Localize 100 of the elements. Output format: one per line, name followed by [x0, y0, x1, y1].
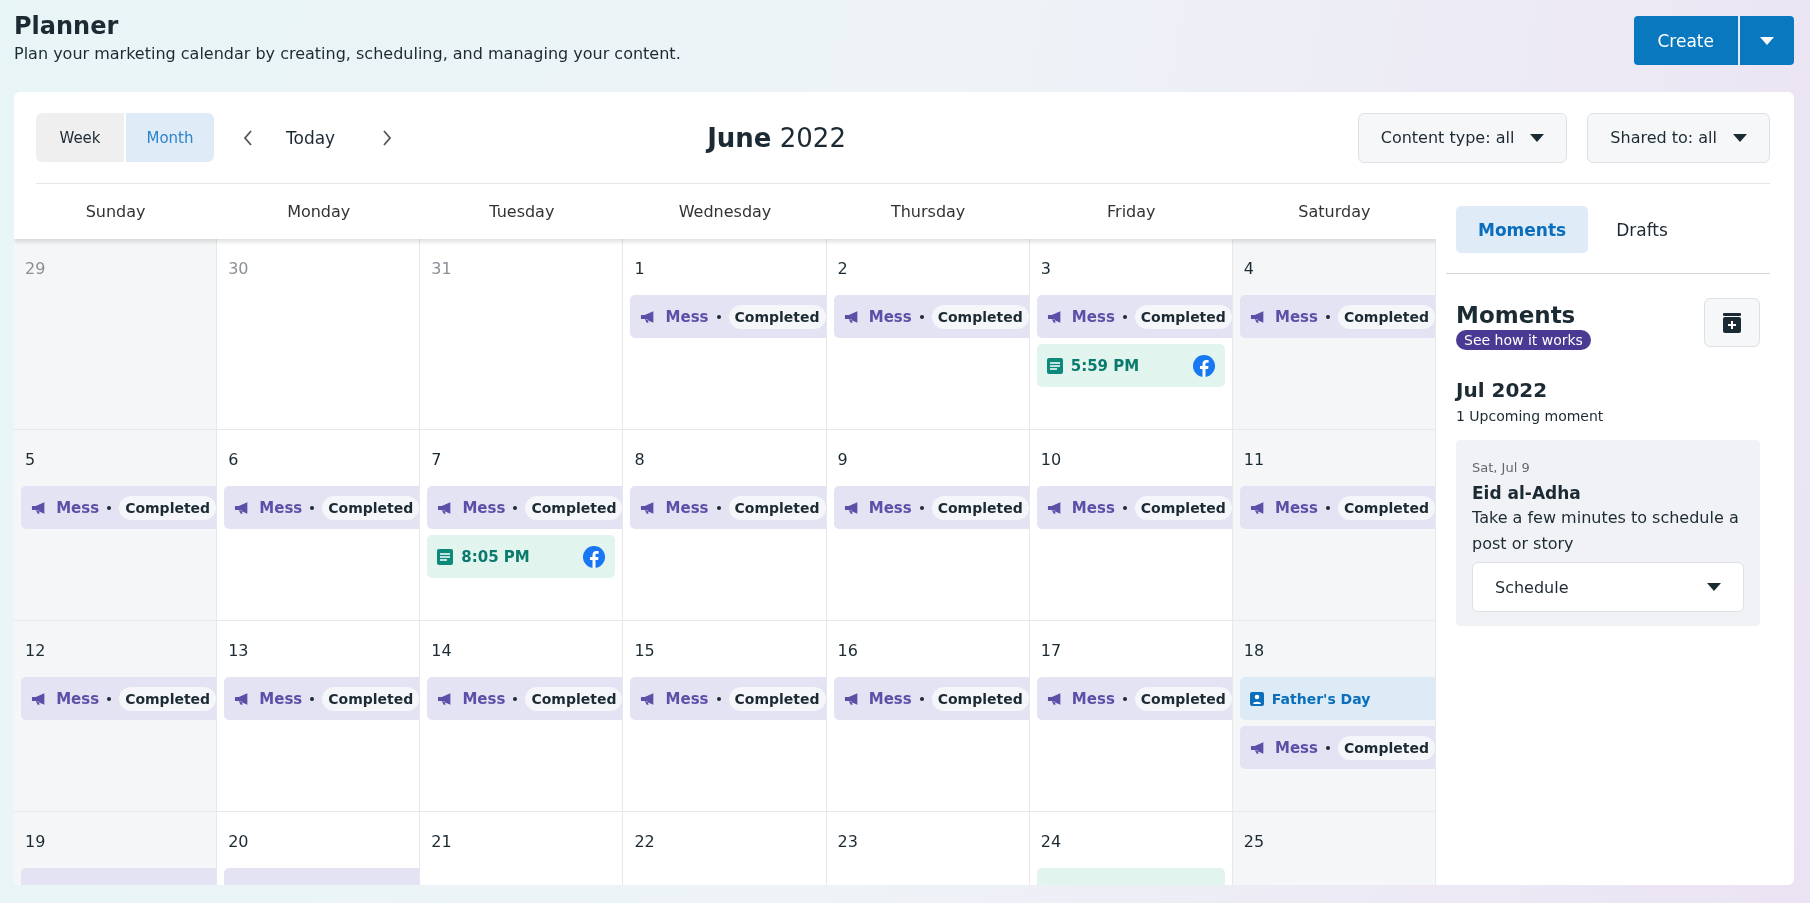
- weekday-header: Tuesday: [488, 201, 556, 223]
- add-moment-button[interactable]: [1704, 298, 1760, 347]
- moment-count: 1 Upcoming moment: [1456, 408, 1605, 424]
- day-number: 6: [227, 450, 240, 471]
- facebook-icon: [1192, 354, 1215, 377]
- day-number: 23: [836, 832, 859, 853]
- day-number: 1: [633, 259, 646, 280]
- message-entry[interactable]: Mess Completed: [630, 677, 826, 720]
- separator-dot-icon: [716, 696, 721, 701]
- filter-dropdown[interactable]: Content type: all: [1357, 112, 1568, 163]
- day-number: 11: [1242, 450, 1266, 471]
- document-icon: [1046, 357, 1063, 374]
- message-entry[interactable]: Mess Completed: [21, 677, 217, 720]
- weekday-header: Sunday: [84, 201, 147, 223]
- moment-title: Eid al-Adha: [1472, 483, 1582, 503]
- day-number: 9: [836, 450, 849, 471]
- separator-dot-icon: [1122, 314, 1127, 319]
- separator-dot-icon: [513, 696, 518, 701]
- post-entry[interactable]: 8:05 PM: [427, 535, 616, 578]
- message-entry[interactable]: Mess Completed: [833, 486, 1029, 529]
- day-number: 7: [430, 450, 443, 471]
- day-number: 17: [1039, 641, 1063, 662]
- caret-icon: [1530, 133, 1545, 142]
- day-number: 14: [430, 641, 453, 662]
- separator-dot-icon: [1325, 505, 1330, 510]
- moments-heading: Moments: [1456, 302, 1577, 328]
- day-number: 2: [836, 259, 849, 280]
- post-entry[interactable]: 5:59 PM: [1036, 344, 1225, 387]
- separator-dot-icon: [1325, 314, 1330, 319]
- message-entry[interactable]: Mess Completed: [427, 486, 623, 529]
- day-number: 8: [633, 450, 646, 471]
- day-number: 3: [1039, 259, 1052, 280]
- day-number: 22: [633, 832, 656, 853]
- day-number: 30: [227, 259, 250, 280]
- caret-icon: [1760, 36, 1774, 45]
- moment-date: Sat, Jul 9: [1472, 460, 1531, 475]
- message-entry[interactable]: Mess Completed: [224, 486, 420, 529]
- message-entry[interactable]: Mess Completed: [833, 677, 1029, 720]
- separator-dot-icon: [1122, 505, 1127, 510]
- separator-dot-icon: [513, 505, 518, 510]
- sidebar-tab[interactable]: Moments: [1456, 206, 1589, 253]
- separator-dot-icon: [107, 696, 112, 701]
- caret-icon: [1707, 583, 1721, 592]
- document-icon: [437, 548, 454, 565]
- separator-dot-icon: [716, 505, 721, 510]
- separator-dot-icon: [310, 696, 315, 701]
- message-entry[interactable]: Mess Completed: [1239, 486, 1435, 529]
- chevron-right-icon: [382, 129, 393, 146]
- create-menu-button[interactable]: [1740, 16, 1794, 65]
- view-tab[interactable]: Week: [36, 113, 124, 162]
- separator-dot-icon: [919, 314, 924, 319]
- sidebar-tab[interactable]: Drafts: [1594, 206, 1690, 253]
- moment-entry[interactable]: Father's Day: [1239, 677, 1435, 720]
- person-icon: [1249, 691, 1264, 706]
- weekday-header: Thursday: [889, 201, 967, 223]
- day-number: 21: [430, 832, 453, 853]
- message-entry[interactable]: Mess Completed: [1036, 295, 1232, 338]
- separator-dot-icon: [310, 505, 315, 510]
- day-number: 4: [1242, 259, 1256, 280]
- schedule-dropdown[interactable]: Schedule: [1472, 562, 1744, 613]
- weekday-header: Friday: [1106, 201, 1157, 223]
- day-number: 5: [24, 450, 37, 471]
- weekday-header: Wednesday: [677, 201, 773, 223]
- message-entry[interactable]: Mess Completed: [21, 486, 217, 529]
- separator-dot-icon: [1325, 745, 1330, 750]
- separator-dot-icon: [716, 314, 721, 319]
- separator-dot-icon: [919, 696, 924, 701]
- weekday-header: Saturday: [1297, 201, 1372, 223]
- filter-dropdown[interactable]: Shared to: all: [1587, 112, 1770, 163]
- moment-description: Take a few minutes to schedule a post or story: [1472, 507, 1740, 555]
- message-entry[interactable]: Mess Completed: [630, 295, 826, 338]
- day-number: 15: [633, 641, 656, 662]
- message-entry[interactable]: Mess Completed: [427, 677, 623, 720]
- day-number: 25: [1242, 832, 1266, 853]
- page-subtitle: Plan your marketing calendar by creating, scheduling, and managing your content.: [14, 44, 681, 63]
- create-button[interactable]: Create: [1633, 16, 1738, 65]
- message-entry[interactable]: Mess Completed: [1036, 486, 1232, 529]
- period-title: June 2022: [707, 122, 846, 153]
- day-number: 19: [24, 832, 47, 853]
- separator-dot-icon: [1122, 696, 1127, 701]
- chevron-left-icon: [243, 129, 253, 146]
- message-entry[interactable]: Mess Completed: [1036, 677, 1232, 720]
- message-entry[interactable]: Mess Completed: [1239, 726, 1435, 769]
- day-number: 24: [1039, 832, 1063, 853]
- message-entry[interactable]: Mess Completed: [1239, 295, 1435, 338]
- weekday-header: Monday: [286, 201, 352, 223]
- separator-dot-icon: [919, 505, 924, 510]
- day-number: 29: [24, 259, 47, 280]
- day-number: 12: [24, 641, 47, 662]
- message-entry[interactable]: Mess Completed: [630, 486, 826, 529]
- message-entry[interactable]: Mess Completed: [224, 677, 420, 720]
- day-number: 20: [227, 832, 250, 853]
- day-number: 16: [836, 641, 859, 662]
- caret-icon: [1733, 133, 1747, 142]
- day-number: 10: [1039, 450, 1063, 471]
- today-button[interactable]: Today: [268, 127, 354, 148]
- facebook-icon: [583, 545, 606, 568]
- message-entry[interactable]: Mess Completed: [833, 295, 1029, 338]
- month-heading: Jul 2022: [1456, 378, 1549, 402]
- help-link[interactable]: See how it works: [1456, 330, 1591, 350]
